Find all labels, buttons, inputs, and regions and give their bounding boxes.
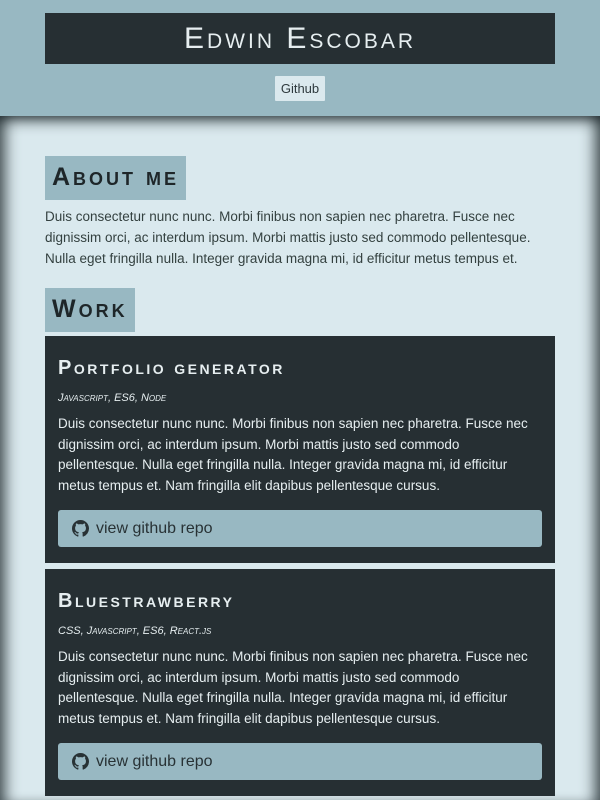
work-section: Work Portfolio generator Javascript, ES6… [45,288,555,796]
project-tech: CSS, Javascript, ES6, React.js [58,625,212,637]
view-repo-button[interactable]: view github repo [58,743,542,780]
project-card: Portfolio generator Javascript, ES6, Nod… [45,336,555,563]
about-text: Duis consectetur nunc nunc. Morbi finibu… [45,209,531,266]
nav-link-github[interactable]: Github [274,76,326,101]
project-description: Duis consectetur nunc nunc. Morbi finibu… [58,416,528,493]
site-header: Edwin Escobar Github [0,0,600,116]
project-description: Duis consectetur nunc nunc. Morbi finibu… [58,649,528,726]
work-heading: Work [45,288,135,332]
project-title: Portfolio generator [58,357,285,379]
github-icon [72,520,89,537]
github-icon [72,753,89,770]
view-repo-button[interactable]: view github repo [58,510,542,547]
project-title: Bluestrawberry [58,590,235,612]
view-repo-label: view github repo [96,752,213,770]
view-repo-label: view github repo [96,519,213,537]
project-tech: Javascript, ES6, Node [58,392,167,404]
main-content: About me Duis consectetur nunc nunc. Mor… [0,116,600,800]
main-nav: Github [0,76,600,101]
about-section: About me Duis consectetur nunc nunc. Mor… [45,156,555,269]
about-heading: About me [45,156,186,200]
site-title: Edwin Escobar [45,13,555,64]
project-card: Bluestrawberry CSS, Javascript, ES6, Rea… [45,569,555,796]
